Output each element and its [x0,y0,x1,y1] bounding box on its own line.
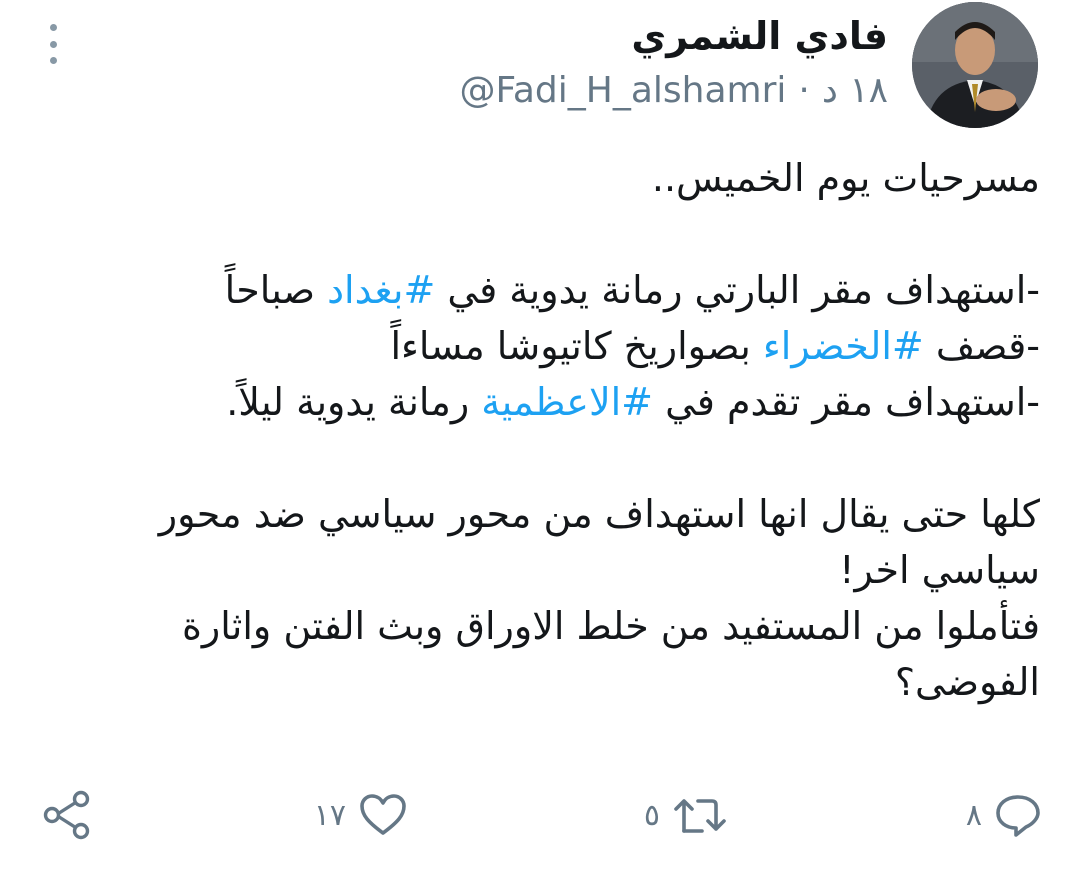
tweet-text: مسرحيات يوم الخميس.. -استهداف مقر البارت… [60,150,1040,710]
retweet-button[interactable]: ٥ [644,780,728,850]
share-button[interactable] [42,780,92,850]
avatar[interactable] [912,2,1038,128]
text-segment: -استهداف مقر تقدم في [653,380,1040,424]
text-segment: -قصف [923,324,1040,368]
meta-separator: · [798,70,810,111]
tweet-meta: @Fadi_H_alshamri · ١٨ د [459,70,888,111]
reply-button[interactable]: ٨ [966,780,1042,850]
text-segment: صباحاً [224,268,328,312]
tweet-line: -استهداف مقر البارتي رمانة يدوية في #بغد… [60,262,1040,318]
heart-icon [360,794,406,835]
hashtag-link[interactable]: #بغداد [327,268,435,312]
text-segment: رمانة يدوية ليلاً. [226,380,482,424]
more-vertical-icon[interactable] [38,24,68,64]
tweet-time[interactable]: ١٨ د [822,70,888,111]
user-handle[interactable]: @Fadi_H_alshamri [459,70,786,111]
hashtag-link[interactable]: #الخضراء [763,324,924,368]
tweet-paragraph: كلها حتى يقال انها استهداف من محور سياسي… [158,492,1040,592]
display-name[interactable]: فادي الشمري [631,14,888,58]
avatar-photo [912,2,1038,128]
tweet-line: -قصف #الخضراء بصواريخ كاتيوشا مساءاً [60,318,1040,374]
tweet-line: -استهداف مقر تقدم في #الاعظمية رمانة يدو… [60,374,1040,430]
tweet-actions: ٨ ٥ ١٧ [0,780,1080,850]
reply-icon [996,795,1040,837]
tweet-line: مسرحيات يوم الخميس.. [651,156,1040,200]
text-segment: -استهداف مقر البارتي رمانة يدوية في [435,268,1040,312]
share-icon [43,790,90,840]
text-segment: بصواريخ كاتيوشا مساءاً [390,324,763,368]
reply-count: ٨ [965,797,982,833]
retweet-count: ٥ [643,797,660,833]
like-button[interactable]: ١٧ [314,780,408,850]
tweet-paragraph: فتأملوا من المستفيد من خلط الاوراق وبث ا… [181,604,1040,704]
tweet-card: فادي الشمري @Fadi_H_alshamri · ١٨ د مسرح… [0,0,1080,876]
hashtag-link[interactable]: #الاعظمية [481,380,653,424]
retweet-icon [674,799,726,833]
like-count: ١٧ [313,797,346,833]
